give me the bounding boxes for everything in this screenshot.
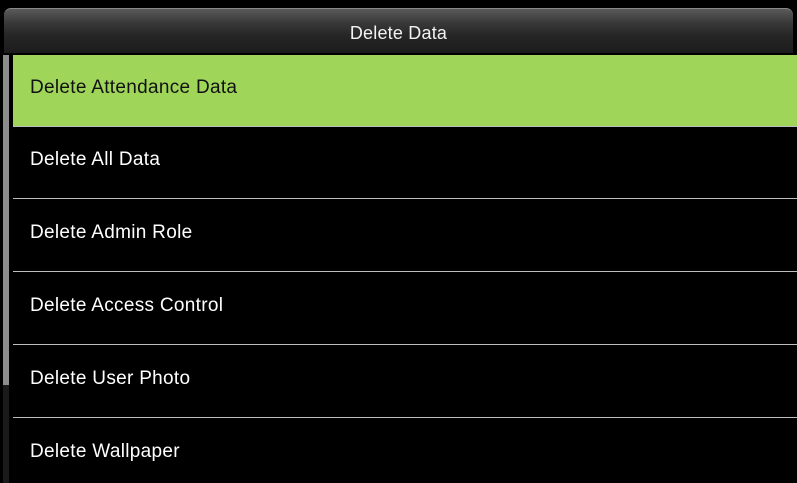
menu-list: Delete Attendance Data Delete All Data D… bbox=[13, 55, 797, 483]
menu-item-delete-all-data[interactable]: Delete All Data bbox=[13, 127, 797, 199]
menu-item-delete-admin-role[interactable]: Delete Admin Role bbox=[13, 200, 797, 272]
menu-item-delete-attendance-data[interactable]: Delete Attendance Data bbox=[13, 55, 797, 127]
menu-item-label: Delete Admin Role bbox=[30, 222, 193, 243]
menu-item-delete-user-photo[interactable]: Delete User Photo bbox=[13, 346, 797, 418]
scrollbar-track[interactable] bbox=[3, 55, 9, 483]
menu-item-delete-wallpaper[interactable]: Delete Wallpaper bbox=[13, 419, 797, 483]
menu-item-label: Delete Access Control bbox=[30, 295, 224, 316]
page-title: Delete Data bbox=[349, 23, 448, 43]
menu-item-label: Delete Attendance Data bbox=[30, 77, 238, 98]
scrollbar-thumb[interactable] bbox=[3, 55, 9, 385]
menu-item-label: Delete Wallpaper bbox=[30, 441, 180, 462]
menu-item-delete-access-control[interactable]: Delete Access Control bbox=[13, 273, 797, 345]
title-bar: Delete Data bbox=[4, 8, 793, 53]
menu-item-label: Delete User Photo bbox=[30, 368, 191, 389]
menu-item-label: Delete All Data bbox=[30, 149, 161, 170]
device-screen: Delete Data Delete Attendance Data Delet… bbox=[0, 0, 797, 483]
